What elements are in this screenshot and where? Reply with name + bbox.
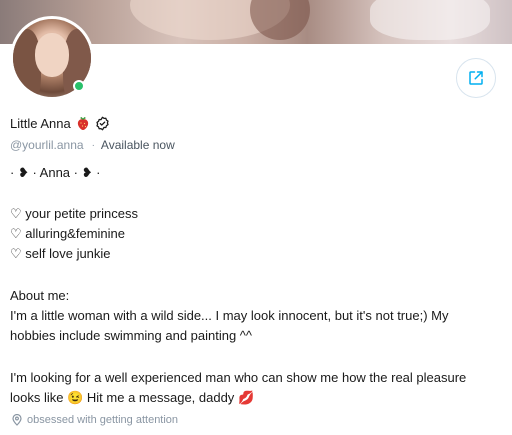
- share-button[interactable]: [456, 58, 496, 98]
- profile-name: Little Anna: [10, 115, 71, 131]
- online-status-dot: [73, 80, 85, 92]
- bio-line: I'm a little woman with a wild side... I…: [10, 308, 449, 323]
- location-text: obsessed with getting attention: [27, 414, 179, 426]
- bio-text: Hit me a message, daddy: [86, 390, 235, 405]
- verified-badge-icon: [96, 116, 109, 130]
- bio-line: ♡ your petite princess: [10, 206, 138, 221]
- location-pin-icon: [12, 414, 22, 426]
- bio-line: · ❥ · Anna · ❥ ·: [10, 165, 101, 180]
- wink-emoji-icon: 😉: [67, 390, 84, 405]
- strawberry-icon: [77, 117, 88, 130]
- kiss-emoji-icon: 💋: [237, 390, 255, 405]
- bio-text: looks like: [10, 390, 64, 405]
- profile-meta: @yourlil.anna · Available now: [10, 138, 175, 152]
- bio-heading: About me:: [10, 288, 70, 303]
- bio-line: ♡ self love junkie: [10, 246, 111, 261]
- bio-line: I'm looking for a well experienced man w…: [10, 370, 467, 385]
- meta-separator: ·: [91, 139, 95, 151]
- bio-line: hobbies include swimming and painting ^^: [10, 328, 253, 343]
- location-row: obsessed with getting attention: [12, 414, 178, 426]
- profile-handle[interactable]: @yourlil.anna: [10, 138, 84, 152]
- share-icon: [469, 71, 483, 85]
- availability-status: Available now: [100, 138, 175, 152]
- profile-name-row: Little Anna: [10, 115, 110, 131]
- bio-line: looks like 😉 Hit me a message, daddy 💋: [10, 390, 254, 406]
- bio-line: ♡ alluring&feminine: [10, 226, 125, 241]
